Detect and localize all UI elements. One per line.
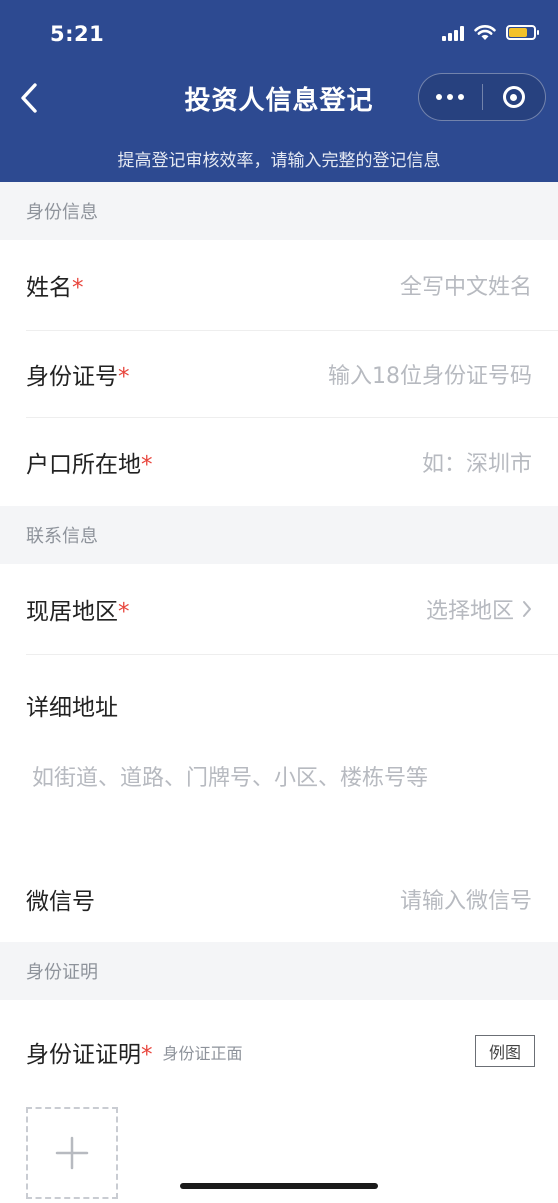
status-time: 5:21 [50,22,105,46]
region-select[interactable]: 选择地区 [426,593,532,625]
id-number-input[interactable]: 输入18位身份证号码 [328,358,532,390]
divider [26,654,558,655]
id-proof-hint: 身份证正面 [162,1044,243,1063]
id-proof-label: 身份证证明* [26,1042,153,1068]
page-subtitle: 提高登记审核效率，请输入完整的登记信息 [117,151,441,171]
miniprogram-capsule [418,73,546,121]
id-number-label: 身份证号* [26,364,130,390]
close-miniprogram-button[interactable] [483,74,546,120]
name-label: 姓名* [26,275,84,301]
address-field: 详细地址 [0,670,558,740]
region-placeholder: 选择地区 [425,599,514,624]
name-input[interactable]: 全写中文姓名 [400,269,532,301]
signal-icon [442,25,464,41]
home-indicator[interactable] [180,1183,378,1189]
hukou-input[interactable]: 如：深圳市 [422,446,532,478]
wifi-icon [474,25,496,40]
hukou-label: 户口所在地* [26,452,153,478]
wechat-field[interactable]: 微信号 请输入微信号 [0,856,558,942]
address-label: 详细地址 [26,695,118,721]
section-contact: 联系信息 [0,506,558,564]
upload-button[interactable] [26,1107,118,1199]
plus-icon [55,1136,89,1170]
wechat-label: 微信号 [26,889,95,915]
region-field[interactable]: 现居地区* 选择地区 [0,564,558,654]
section-identity: 身份信息 [0,182,558,240]
region-label: 现居地区* [26,599,130,625]
chevron-right-icon [523,601,531,617]
id-number-field[interactable]: 身份证号* 输入18位身份证号码 [0,331,558,417]
battery-icon [506,25,539,40]
more-button[interactable] [419,74,482,120]
name-field[interactable]: 姓名* 全写中文姓名 [0,240,558,330]
example-button[interactable]: 例图 [475,1035,535,1067]
address-textarea[interactable]: 如街道、道路、门牌号、小区、楼栋号等 [32,760,428,792]
record-circle-icon [502,86,525,108]
section-proof: 身份证明 [0,942,558,1000]
wechat-input[interactable]: 请输入微信号 [400,883,532,915]
more-dots-icon [436,94,465,100]
hukou-field[interactable]: 户口所在地* 如：深圳市 [0,418,558,506]
header: 5:21 投资人信息登记 提高登记审核效率，请输入完整的登记信息 [0,0,558,182]
status-icons [442,24,539,41]
